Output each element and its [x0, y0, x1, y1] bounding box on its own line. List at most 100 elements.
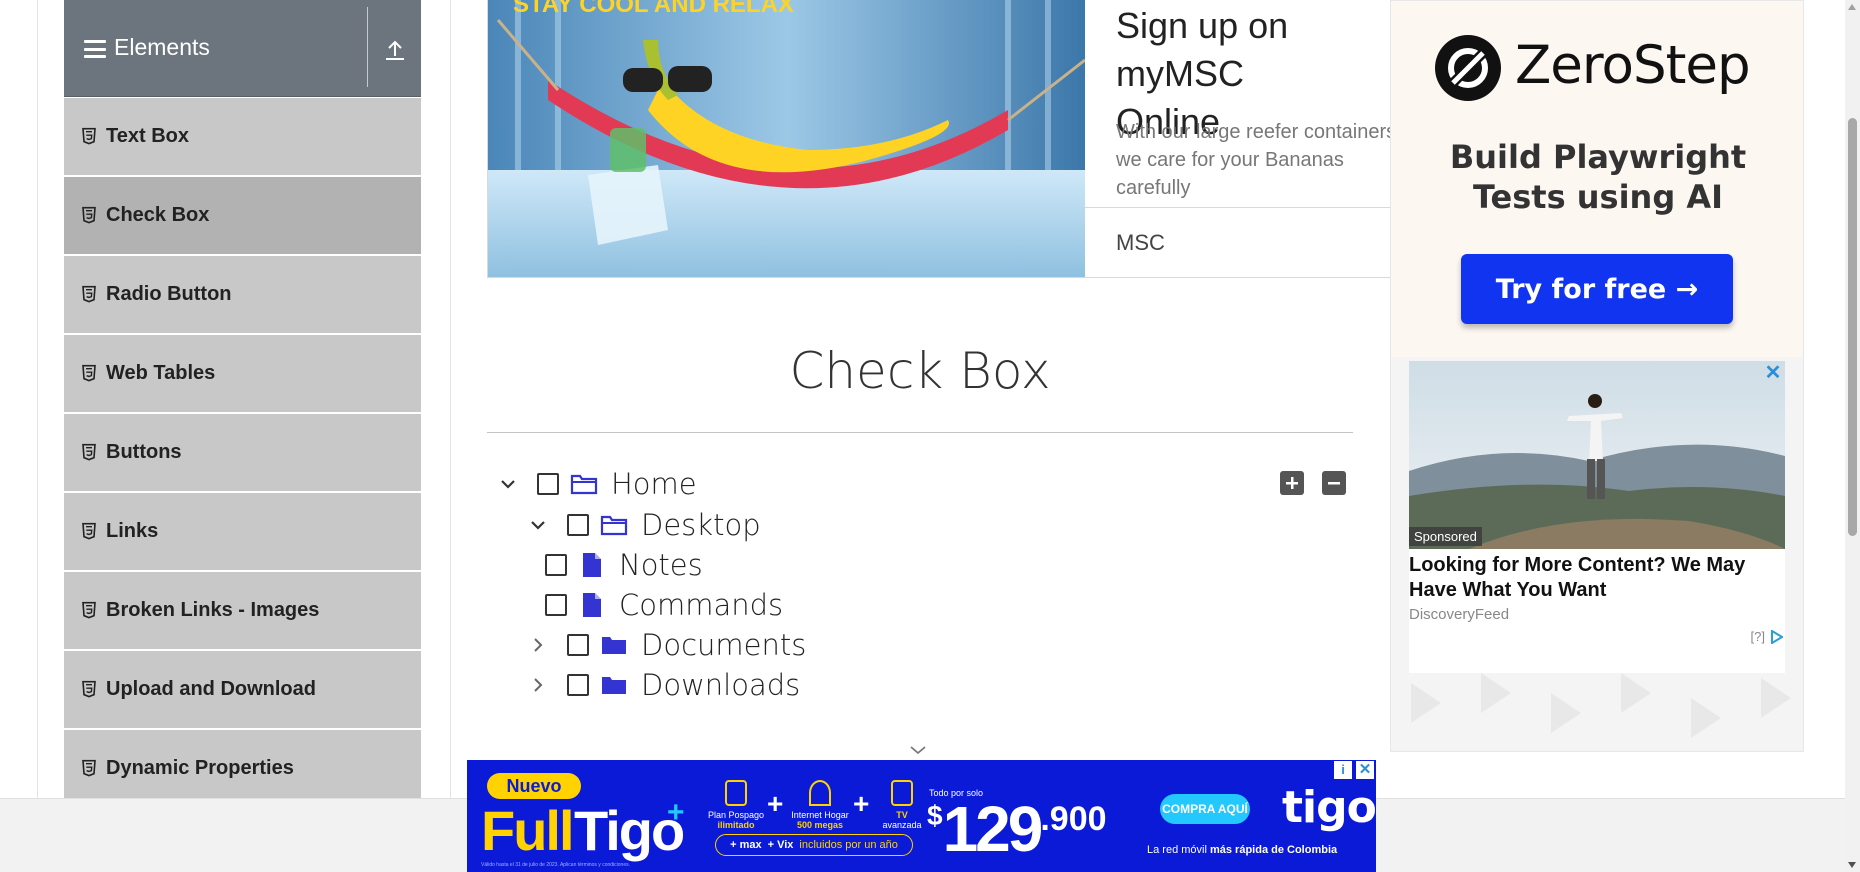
- sidebar-item-dynamic-properties[interactable]: Dynamic Properties: [64, 729, 421, 808]
- tree-node-label[interactable]: Downloads: [641, 668, 800, 702]
- top-banner-ad[interactable]: STAY COOL AND RELAX Sign up on myMSC Onl…: [487, 0, 1392, 278]
- tigo-logo: tigo: [1282, 782, 1376, 833]
- scroll-down-arrow-icon[interactable]: [1848, 862, 1856, 868]
- sidebar-item-text-box[interactable]: Text Box: [64, 97, 421, 176]
- tree-node-label[interactable]: Documents: [641, 628, 806, 662]
- title-divider: [487, 432, 1353, 433]
- chevron-down-icon: [910, 746, 926, 755]
- close-icon[interactable]: ✕: [1356, 761, 1374, 779]
- chevron-down-icon[interactable]: [497, 473, 519, 495]
- tree-node-downloads: Downloads: [527, 667, 800, 703]
- tree-node-label[interactable]: Notes: [619, 548, 703, 582]
- zerostep-ad[interactable]: ZeroStep Build Playwright Tests using AI…: [1391, 1, 1803, 357]
- checkbox[interactable]: [567, 674, 589, 696]
- ad-background-pattern: [1411, 673, 1791, 738]
- menu-icon: [84, 40, 106, 58]
- tree-node-desktop: Desktop: [527, 507, 761, 543]
- ad-image-mountain-man: ✕ Sponsored: [1409, 361, 1785, 549]
- sidebar-item-check-box[interactable]: Check Box: [64, 176, 421, 255]
- tv-icon: [891, 780, 913, 806]
- info-icon[interactable]: i: [1334, 761, 1352, 779]
- ad-badge: Nuevo: [487, 773, 581, 799]
- scroll-up-arrow-icon[interactable]: [1848, 4, 1856, 10]
- sidebar-item-label: Web Tables: [106, 362, 216, 384]
- page: Elements Text Box Check Box Radio Button We…: [0, 0, 1860, 872]
- chevron-right-icon[interactable]: [527, 674, 549, 696]
- html5-icon: [82, 680, 96, 698]
- html5-icon: [82, 364, 96, 382]
- file-icon: [577, 592, 607, 618]
- html5-icon: [82, 443, 96, 461]
- close-icon[interactable]: ✕: [1763, 363, 1783, 383]
- sidebar-item-label: Upload and Download: [106, 678, 316, 700]
- sidebar-item-label: Broken Links - Images: [106, 599, 320, 621]
- tree-node-label[interactable]: Desktop: [641, 508, 761, 542]
- elements-group-header[interactable]: Elements: [64, 0, 421, 97]
- tree-node-documents: Documents: [527, 627, 806, 663]
- minus-icon: [1328, 482, 1340, 485]
- checkbox[interactable]: [545, 594, 567, 616]
- zerostep-brand: ZeroStep: [1515, 35, 1751, 96]
- tree-node-label[interactable]: Home: [611, 467, 697, 501]
- ad-brand[interactable]: MSC: [1116, 230, 1165, 256]
- ad-image-text: STAY COOL AND RELAX: [513, 0, 794, 18]
- ad-headline[interactable]: Looking for More Content? We May Have Wh…: [1409, 553, 1785, 603]
- sidebar-item-label: Dynamic Properties: [106, 757, 294, 779]
- sidebar-item-web-tables[interactable]: Web Tables: [64, 334, 421, 413]
- page-scrollbar[interactable]: [1845, 0, 1860, 872]
- sidebar-item-radio-button[interactable]: Radio Button: [64, 255, 421, 334]
- expand-all-button[interactable]: [1280, 471, 1304, 495]
- tree-node-notes: Notes: [505, 547, 703, 583]
- tree-node-label[interactable]: Commands: [619, 588, 783, 622]
- collapse-all-button[interactable]: [1322, 471, 1346, 495]
- checkbox[interactable]: [567, 634, 589, 656]
- checkbox[interactable]: [567, 514, 589, 536]
- header-separator: [367, 7, 368, 87]
- scroll-thumb[interactable]: [1848, 118, 1857, 536]
- chevron-right-icon[interactable]: [527, 634, 549, 656]
- ad-product-full: Full: [481, 799, 575, 862]
- html5-icon: [82, 522, 96, 540]
- sidebar: Elements Text Box Check Box Radio Button We…: [64, 0, 421, 808]
- tigo-bottom-ad[interactable]: Nuevo Full Tigo + Plan Pospago ilimitado …: [467, 760, 1376, 872]
- sidebar-item-label: Links: [106, 520, 159, 542]
- right-sidebar-ad[interactable]: ZeroStep Build Playwright Tests using AI…: [1390, 0, 1804, 752]
- sidebar-divider: [450, 0, 451, 798]
- sidebar-item-buttons[interactable]: Buttons: [64, 413, 421, 492]
- ad-legal-text: Válido hasta el 31 de julio de 2023. Apl…: [481, 862, 630, 868]
- ad-slogan: La red móvil más rápida de Colombia: [1147, 844, 1338, 856]
- discovery-feed-card[interactable]: ✕ Sponsored Looking for More Content? We…: [1409, 361, 1785, 673]
- folder-closed-icon: [599, 672, 629, 698]
- sidebar-item-label: Radio Button: [106, 283, 232, 305]
- sidebar-item-links[interactable]: Links: [64, 492, 421, 571]
- ad-plus: +: [667, 796, 685, 829]
- html5-icon: [82, 759, 96, 777]
- chevron-down-icon[interactable]: [527, 514, 549, 536]
- ad-price: $129.900: [927, 793, 1107, 865]
- ad-divider: [1085, 207, 1391, 208]
- folder-closed-icon: [599, 632, 629, 658]
- try-for-free-button[interactable]: Try for free →: [1461, 254, 1733, 324]
- sidebar-item-upload-and-download[interactable]: Upload and Download: [64, 650, 421, 729]
- ad-source[interactable]: DiscoveryFeed: [1409, 606, 1509, 623]
- checkbox[interactable]: [545, 554, 567, 576]
- adchoices-help[interactable]: [?]: [1751, 629, 1765, 644]
- adchoices[interactable]: [?]: [1751, 629, 1783, 644]
- phone-icon: [725, 780, 747, 806]
- group-title: Elements: [114, 34, 210, 60]
- ad-body: With our large reefer containers we care…: [1116, 121, 1392, 199]
- compra-aqui-button[interactable]: COMPRA AQUÍ: [1160, 794, 1250, 824]
- page-title: Check Box: [789, 342, 1051, 400]
- plus-sign: +: [767, 788, 784, 819]
- zerostep-tagline: Build Playwright Tests using AI: [1449, 138, 1747, 216]
- collapse-icon[interactable]: [384, 36, 406, 62]
- tree-node-home: Home: [497, 466, 697, 502]
- feature-plan: Plan Pospago ilimitado: [701, 780, 771, 830]
- sidebar-item-label: Text Box: [106, 125, 189, 147]
- html5-icon: [82, 601, 96, 619]
- zerostep-logo-icon: [1435, 35, 1501, 101]
- sidebar-item-label: Buttons: [106, 441, 182, 463]
- sidebar-item-broken-links-images[interactable]: Broken Links - Images: [64, 571, 421, 650]
- checkbox[interactable]: [537, 473, 559, 495]
- wifi-icon: [809, 780, 831, 806]
